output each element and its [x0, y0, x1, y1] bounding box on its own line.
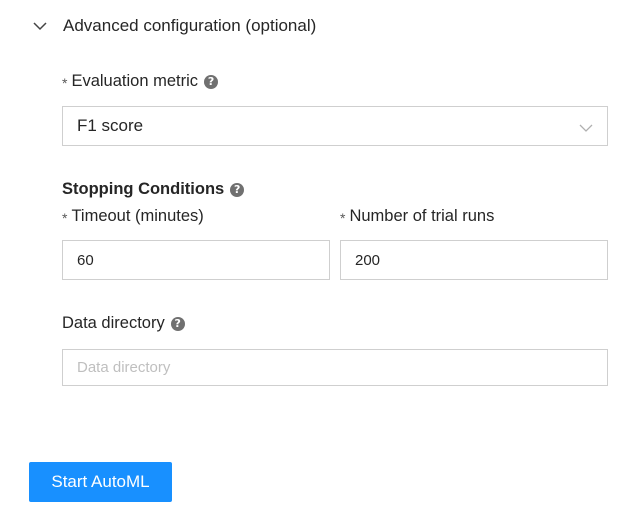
- evaluation-metric-label: * Evaluation metric ?: [62, 72, 219, 91]
- stopping-conditions-title: Stopping Conditions: [62, 180, 225, 198]
- data-directory-field-wrapper: [62, 349, 608, 386]
- data-directory-label: Data directory ?: [62, 314, 185, 333]
- required-mark: *: [62, 74, 68, 91]
- section-title: Advanced configuration (optional): [63, 16, 317, 35]
- chevron-down-icon: [579, 120, 593, 138]
- data-directory-input[interactable]: [77, 359, 607, 376]
- question-circle-icon[interactable]: ?: [170, 316, 185, 331]
- start-automl-button[interactable]: Start AutoML: [29, 462, 172, 502]
- data-directory-label-text: Data directory: [62, 314, 165, 332]
- timeout-label: * Timeout (minutes): [62, 207, 204, 226]
- automl-form: Advanced configuration (optional) * Eval…: [0, 0, 617, 519]
- question-circle-icon[interactable]: ?: [204, 74, 219, 89]
- advanced-config-toggle[interactable]: Advanced configuration (optional): [32, 14, 316, 38]
- timeout-label-text: Timeout (minutes): [71, 207, 204, 225]
- timeout-input[interactable]: [77, 251, 329, 269]
- trial-runs-input[interactable]: [355, 251, 607, 269]
- required-mark: *: [62, 209, 68, 226]
- stopping-conditions-heading: Stopping Conditions ?: [62, 180, 245, 199]
- trial-runs-label-text: Number of trial runs: [349, 207, 495, 225]
- chevron-down-icon: [32, 18, 48, 34]
- question-circle-icon[interactable]: ?: [230, 182, 245, 197]
- timeout-field-wrapper: [62, 240, 330, 280]
- evaluation-metric-label-text: Evaluation metric: [71, 72, 199, 90]
- evaluation-metric-value: F1 score: [77, 116, 144, 135]
- trial-runs-label: * Number of trial runs: [340, 207, 494, 226]
- required-mark: *: [340, 209, 346, 226]
- trial-runs-field-wrapper: [340, 240, 608, 280]
- evaluation-metric-select[interactable]: F1 score: [62, 106, 608, 146]
